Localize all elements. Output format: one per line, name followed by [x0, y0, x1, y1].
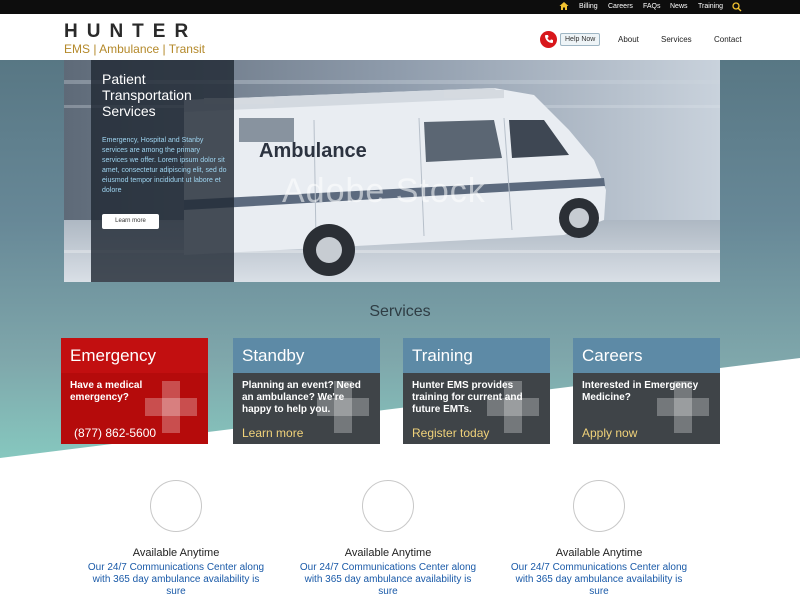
feature-icon — [362, 480, 414, 532]
card-body: Hunter EMS provides training for current… — [403, 373, 550, 444]
stock-watermark: Adobe Stock — [282, 172, 486, 210]
card-title: Standby — [233, 338, 380, 373]
feature-icon — [573, 480, 625, 532]
hero-description: Emergency, Hospital and Stanby services … — [102, 137, 227, 194]
card-title: Emergency — [61, 338, 208, 373]
home-icon[interactable] — [559, 1, 569, 11]
service-card-emergency[interactable]: Emergency Have a medical emergency? (877… — [61, 338, 208, 444]
service-card-standby[interactable]: Standby Planning an event? Need an ambul… — [233, 338, 380, 444]
emergency-phone-link[interactable]: (877) 862-5600 — [74, 426, 156, 440]
feature-title: Available Anytime — [132, 547, 220, 559]
hero-title: Patient Transportation Services — [102, 71, 192, 119]
card-body: Interested in Emergency Medicine? Apply … — [573, 373, 720, 444]
feature-title: Available Anytime — [344, 547, 432, 559]
utility-link-faqs[interactable]: FAQs — [643, 3, 661, 10]
help-now-label[interactable]: Help Now — [560, 32, 601, 46]
nav-about[interactable]: About — [618, 35, 639, 44]
card-title: Careers — [573, 338, 720, 373]
card-text: Planning an event? Need an ambulance? We… — [242, 380, 361, 415]
utility-link-training[interactable]: Training — [698, 3, 723, 10]
nav-contact[interactable]: Contact — [714, 35, 742, 44]
feature-text: Our 24/7 Communications Center along wit… — [87, 562, 265, 597]
nav-services[interactable]: Services — [661, 35, 692, 44]
hero-banner: Ambulance Adobe Stock Patient Transporta… — [64, 60, 720, 282]
card-body: Planning an event? Need an ambulance? We… — [233, 373, 380, 444]
site-header: HUNTER EMS | Ambulance | Transit Help No… — [0, 14, 800, 60]
service-card-training[interactable]: Training Hunter EMS provides training fo… — [403, 338, 550, 444]
utility-link-careers[interactable]: Careers — [608, 3, 633, 10]
standby-learn-more-link[interactable]: Learn more — [242, 426, 303, 440]
utility-link-news[interactable]: News — [670, 3, 688, 10]
brand-tagline: EMS | Ambulance | Transit — [64, 42, 205, 56]
feature-icon — [150, 480, 202, 532]
card-text: Interested in Emergency Medicine? — [582, 380, 699, 403]
search-icon[interactable] — [732, 2, 742, 12]
vehicle-label: Ambulance — [259, 140, 367, 162]
phone-icon — [540, 30, 557, 48]
card-text: Have a medical emergency? — [70, 380, 143, 403]
card-text: Hunter EMS provides training for current… — [412, 380, 523, 415]
services-heading: Services — [369, 303, 431, 320]
hero-learn-more-button[interactable]: Learn more — [102, 214, 159, 229]
hero-caption-panel: Patient Transportation Services Emergenc… — [91, 60, 234, 282]
card-body: Have a medical emergency? (877) 862-5600 — [61, 373, 208, 444]
brand-logo[interactable]: HUNTER — [64, 21, 197, 43]
help-now-button[interactable]: Help Now — [540, 30, 601, 48]
card-title: Training — [403, 338, 550, 373]
feature-item: Available Anytime Our 24/7 Communication… — [509, 480, 689, 598]
feature-text: Our 24/7 Communications Center along wit… — [510, 562, 688, 597]
training-register-link[interactable]: Register today — [412, 426, 489, 440]
feature-title: Available Anytime — [555, 547, 643, 559]
service-card-careers[interactable]: Careers Interested in Emergency Medicine… — [573, 338, 720, 444]
feature-text: Our 24/7 Communications Center along wit… — [299, 562, 477, 597]
feature-item: Available Anytime Our 24/7 Communication… — [86, 480, 266, 598]
feature-item: Available Anytime Our 24/7 Communication… — [298, 480, 478, 598]
utility-bar: Billing Careers FAQs News Training — [0, 0, 800, 14]
careers-apply-link[interactable]: Apply now — [582, 426, 637, 440]
utility-link-billing[interactable]: Billing — [579, 3, 598, 10]
